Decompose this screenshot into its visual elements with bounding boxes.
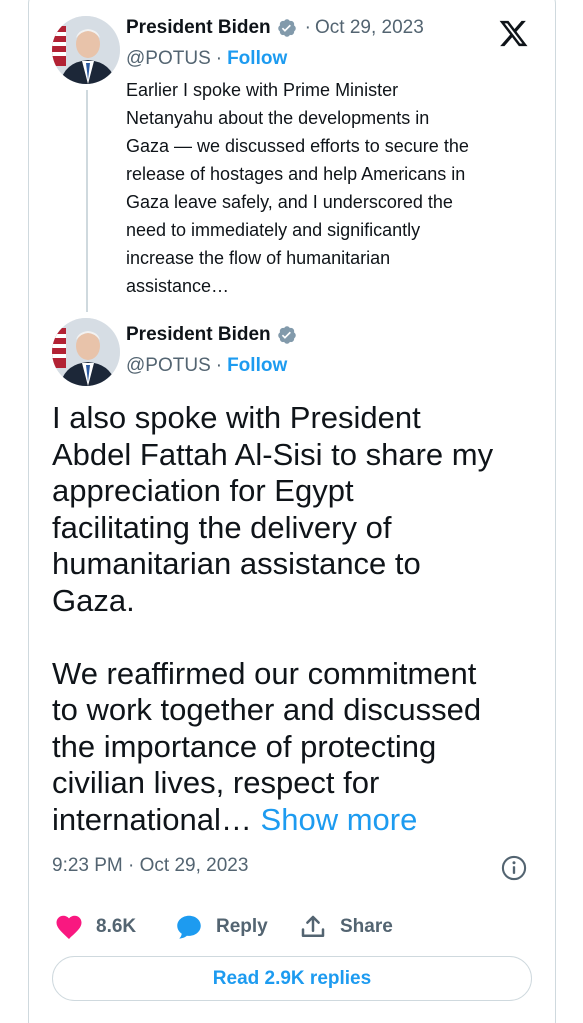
avatar[interactable] xyxy=(52,318,120,386)
handle[interactable]: @POTUS xyxy=(126,355,211,377)
follow-button[interactable]: Follow xyxy=(227,48,287,70)
share-upload-icon xyxy=(301,915,325,937)
avatar-portrait-icon xyxy=(52,318,120,386)
verified-badge-icon xyxy=(277,326,296,344)
thread-connector-line xyxy=(86,90,88,312)
like-button[interactable]: 8.6K xyxy=(54,910,136,944)
like-count: 8.6K xyxy=(96,916,137,937)
text-line: civilian lives, respect for xyxy=(52,765,380,800)
quoted-handle-row: @POTUS · Follow xyxy=(126,48,287,70)
text-line: international… xyxy=(52,801,252,837)
text-line: I also spoke with President xyxy=(52,400,421,435)
text-line: Netanyahu about the developments in xyxy=(126,108,430,128)
text-line-last: international… Show more xyxy=(52,802,542,839)
show-more-link[interactable]: Show more xyxy=(261,802,418,837)
x-logo-icon[interactable] xyxy=(497,18,530,49)
text-line: humanitarian assistance to xyxy=(52,546,421,581)
text-line: Gaza. xyxy=(52,582,135,618)
text-line: Abdel Fattah Al-Sisi to share my xyxy=(52,436,494,472)
read-replies-button[interactable]: Read 2.9K replies xyxy=(52,956,532,1001)
text-line: release of hostages and help Americans i… xyxy=(126,164,466,184)
reply-button[interactable]: Reply xyxy=(174,910,268,944)
text-line: need to immediately and significantly xyxy=(126,220,421,240)
quoted-name-row: President Biden · Oct 29, 2023 xyxy=(126,17,424,39)
verified-badge-icon xyxy=(277,19,296,37)
main-handle-row: @POTUS · Follow xyxy=(126,355,287,377)
info-icon[interactable] xyxy=(500,854,528,882)
heart-icon xyxy=(56,915,82,939)
share-button[interactable]: Share xyxy=(298,910,393,944)
speech-bubble-icon xyxy=(177,915,201,939)
main-tweet-text[interactable]: I also spoke with President Abdel Fattah… xyxy=(52,400,542,838)
separator-dot: · xyxy=(215,355,223,376)
text-line: the importance of protecting xyxy=(52,728,437,764)
text-line: Gaza leave safely, and I underscored the xyxy=(126,192,453,212)
handle[interactable]: @POTUS xyxy=(126,48,211,70)
action-bar: 8.6K Reply Share xyxy=(52,910,532,944)
avatar-portrait-icon xyxy=(52,16,120,84)
share-label: Share xyxy=(340,916,393,937)
text-line: Gaza — we discussed efforts to secure th… xyxy=(126,136,469,156)
text-line: increase the flow of humanitarian xyxy=(126,248,391,268)
avatar[interactable] xyxy=(52,16,120,84)
text-line: We reaffirmed our commitment xyxy=(52,655,477,691)
quoted-date[interactable]: Oct 29, 2023 xyxy=(315,17,424,39)
reply-label: Reply xyxy=(216,916,268,937)
separator-dot: · xyxy=(304,17,311,38)
text-line: to work together and discussed xyxy=(52,692,482,727)
timestamp[interactable]: 9:23 PM · Oct 29, 2023 xyxy=(52,855,248,877)
separator-dot: · xyxy=(215,48,223,69)
display-name[interactable]: President Biden xyxy=(126,324,271,346)
display-name[interactable]: President Biden xyxy=(126,17,271,39)
text-line: Earlier I spoke with Prime Minister xyxy=(126,80,399,100)
text-line: facilitating the delivery of xyxy=(52,509,392,545)
follow-button[interactable]: Follow xyxy=(227,355,287,377)
main-name-row: President Biden xyxy=(126,324,297,346)
quoted-tweet-text[interactable]: Earlier I spoke with Prime Minister Neta… xyxy=(126,76,536,300)
text-line: appreciation for Egypt xyxy=(52,473,354,508)
text-line: assistance… xyxy=(126,276,230,296)
